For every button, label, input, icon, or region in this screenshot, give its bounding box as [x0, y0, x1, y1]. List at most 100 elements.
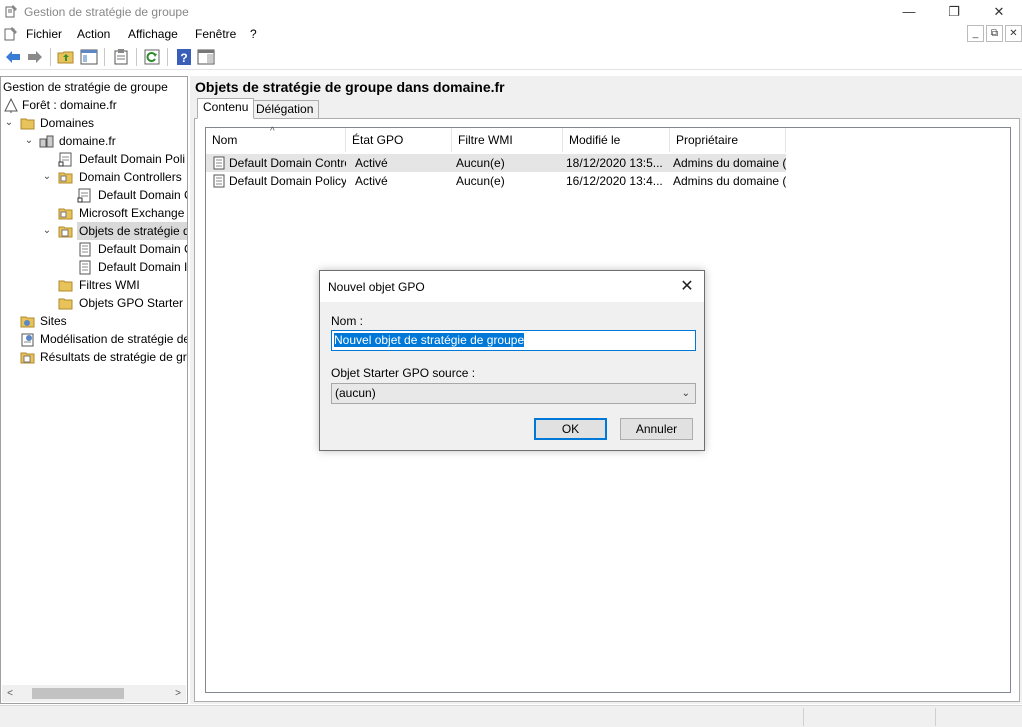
chevron-down-icon[interactable]: ⌄ [41, 222, 53, 240]
chevron-down-icon[interactable]: ⌄ [3, 114, 15, 132]
back-arrow-icon[interactable] [4, 48, 22, 66]
cancel-button[interactable]: Annuler [620, 418, 693, 440]
minimize-button[interactable]: — [886, 2, 932, 22]
cell-filtre: Aucun(e) [456, 174, 505, 188]
toolbar-separator [136, 48, 137, 66]
tree-item-label: Sites [40, 314, 67, 328]
scroll-right-icon[interactable]: > [170, 685, 186, 702]
cell-nom: Default Domain Control... [229, 156, 346, 170]
gpo-icon [213, 174, 225, 188]
starter-gpo-value: (aucun) [335, 386, 376, 400]
tree-item-label: Domaines [40, 116, 95, 130]
title-bar: Gestion de stratégie de groupe — ❐ ✕ [0, 0, 1022, 24]
tab-delegation[interactable]: Délégation [250, 100, 320, 119]
menu-fichier[interactable]: Fichier [26, 27, 62, 41]
tree-item-label: Objets de stratégie d [77, 222, 187, 240]
modeling-icon [21, 333, 34, 347]
mdi-close-button[interactable]: ✕ [1005, 25, 1022, 42]
tree-item-label: Résultats de stratégie de gro [40, 350, 188, 364]
properties-pane-icon[interactable] [197, 48, 215, 66]
clipboard-icon[interactable] [112, 48, 130, 66]
cell-proprietaire: Admins du domaine (... [673, 156, 786, 170]
cell-etat: Activé [355, 156, 388, 170]
tree-item-label: Filtres WMI [79, 278, 140, 292]
tree-root-gpmc[interactable]: Gestion de stratégie de groupe [3, 80, 168, 94]
results-icon [20, 352, 35, 364]
toolbar-separator [167, 48, 168, 66]
new-gpo-dialog: Nouvel objet GPO ✕ Nom : Nouvel objet de… [319, 270, 705, 451]
mdi-restore-button[interactable]: ⧉ [986, 25, 1003, 42]
gpo-link-icon [58, 152, 72, 167]
tree-item-label: Domain Controllers [79, 170, 182, 184]
gpmc-app-icon [5, 5, 17, 18]
chevron-down-icon[interactable]: ⌄ [41, 168, 53, 186]
column-header-modifie-le[interactable]: Modifié le [563, 128, 670, 152]
cell-modifie: 18/12/2020 13:5... [566, 156, 663, 170]
forward-arrow-icon[interactable] [26, 48, 44, 66]
menu-fenetre[interactable]: Fenêtre [195, 27, 236, 41]
close-window-button[interactable]: ✕ [976, 2, 1022, 22]
gpo-name-input[interactable]: Nouvel objet de stratégie de groupe [331, 330, 696, 351]
up-folder-icon[interactable] [57, 48, 75, 66]
toolbar: ? [0, 44, 1022, 70]
show-hide-tree-icon[interactable] [80, 48, 98, 66]
console-tree[interactable]: Gestion de stratégie de groupe Forêt : d… [0, 76, 188, 704]
gpo-name-value: Nouvel objet de stratégie de groupe [334, 333, 525, 347]
scroll-thumb[interactable] [32, 688, 124, 699]
domain-icon [39, 135, 54, 148]
refresh-icon[interactable] [143, 48, 161, 66]
tree-item-label: Default Domain C [98, 188, 188, 202]
restore-button[interactable]: ❐ [931, 2, 977, 22]
tree-item-label: Default Domain I [98, 260, 188, 274]
forest-icon [4, 98, 18, 113]
starter-gpo-label: Objet Starter GPO source : [331, 366, 476, 380]
chevron-down-icon: ⌄ [681, 388, 690, 399]
dialog-close-button[interactable]: ✕ [676, 276, 698, 298]
tree-item-label: Objets GPO Starter [79, 296, 184, 310]
ok-button[interactable]: OK [534, 418, 607, 440]
table-row[interactable]: Default Domain Policy Activé Aucun(e) 16… [206, 172, 786, 190]
tree-item-label: Default Domain C [98, 242, 188, 256]
scroll-left-icon[interactable]: < [2, 685, 18, 702]
list-header: ^ Nom État GPO Filtre WMI Modifié le Pro… [206, 126, 1010, 152]
status-separator [935, 708, 936, 726]
name-label: Nom : [331, 314, 364, 328]
gpo-icon [79, 260, 91, 275]
dialog-title-bar: Nouvel objet GPO ✕ [320, 271, 704, 302]
toolbar-separator [104, 48, 105, 66]
tree-item-label: Microsoft Exchange [79, 206, 185, 220]
dialog-title: Nouvel objet GPO [328, 280, 425, 294]
column-header-etat-gpo[interactable]: État GPO [346, 128, 452, 152]
folder-icon [20, 118, 35, 130]
menu-help[interactable]: ? [250, 27, 257, 41]
tab-contenu[interactable]: Contenu [197, 98, 255, 119]
column-header-nom[interactable]: ^ Nom [206, 126, 346, 152]
result-pane-title: Objets de stratégie de groupe dans domai… [195, 79, 505, 95]
status-bar [0, 705, 1022, 727]
document-window-icon[interactable] [4, 27, 18, 41]
menu-affichage[interactable]: Affichage [128, 27, 178, 41]
column-header-proprietaire[interactable]: Propriétaire [670, 128, 786, 152]
folder-icon [58, 298, 73, 310]
menu-bar: Fichier Action Affichage Fenêtre ? _ ⧉ ✕ [0, 24, 1022, 44]
mdi-minimize-button[interactable]: _ [967, 25, 984, 42]
folder-icon [58, 280, 73, 292]
tree-item-label: Forêt : domaine.fr [22, 98, 117, 112]
chevron-down-icon[interactable]: ⌄ [23, 132, 35, 150]
toolbar-separator [50, 48, 51, 66]
sort-ascending-icon: ^ [270, 126, 275, 137]
menu-action[interactable]: Action [77, 27, 110, 41]
gpo-link-icon [77, 188, 91, 203]
cell-proprietaire: Admins du domaine (... [673, 174, 786, 188]
column-header-filtre-wmi[interactable]: Filtre WMI [452, 128, 563, 152]
window-title: Gestion de stratégie de groupe [24, 5, 189, 19]
status-separator [803, 708, 804, 726]
table-row[interactable]: Default Domain Control... Activé Aucun(e… [206, 154, 786, 172]
cell-modifie: 16/12/2020 13:4... [566, 174, 663, 188]
tree-item-label: domaine.fr [59, 134, 116, 148]
tree-horizontal-scrollbar[interactable]: < > [2, 685, 186, 702]
starter-gpo-select[interactable]: (aucun) ⌄ [331, 383, 696, 404]
sites-icon [20, 316, 35, 328]
cell-filtre: Aucun(e) [456, 156, 505, 170]
help-icon[interactable]: ? [175, 48, 193, 66]
